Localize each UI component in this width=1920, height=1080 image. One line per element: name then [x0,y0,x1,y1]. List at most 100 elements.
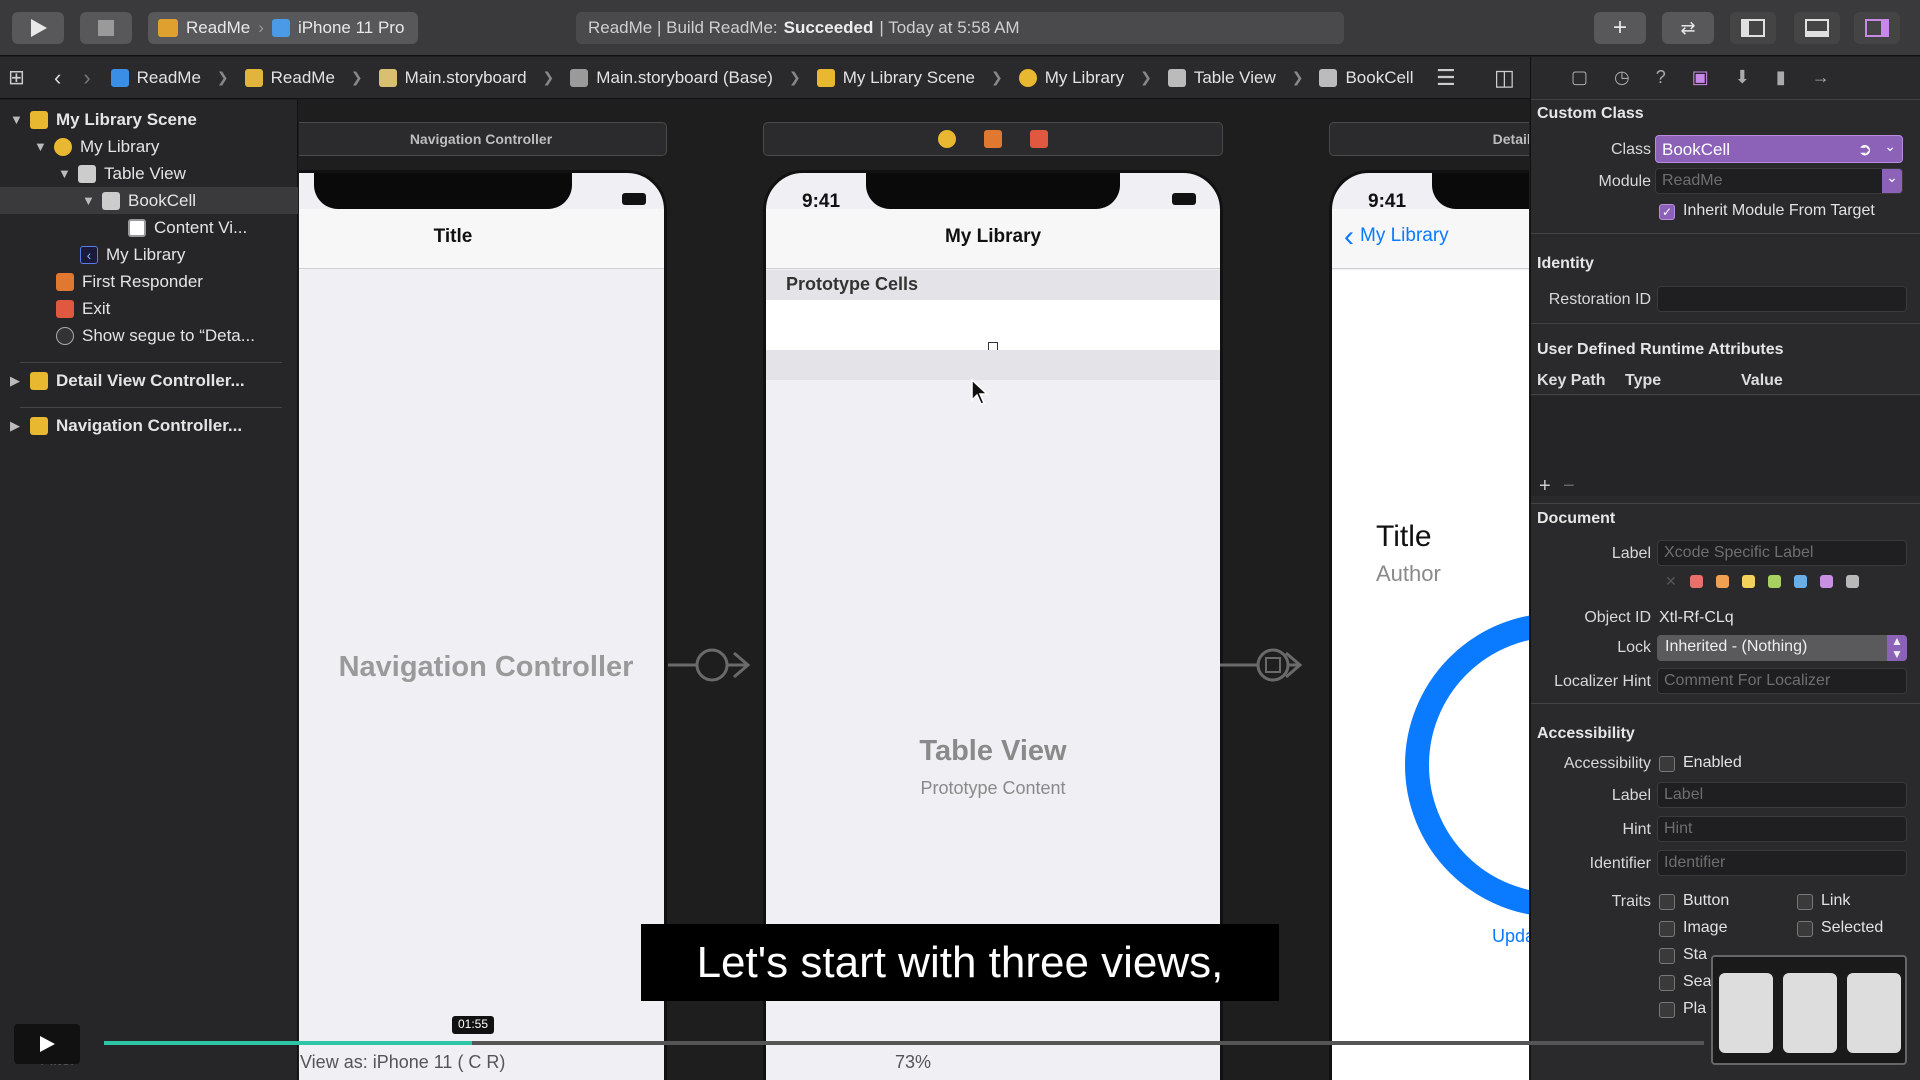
navigation-bar[interactable]: Title [299,209,664,269]
outline-item-bookcell[interactable]: ▼ BookCell [0,187,298,214]
column-header[interactable]: Type [1625,372,1661,390]
run-button[interactable] [12,12,64,44]
accessibility-enabled-checkbox[interactable] [1659,756,1675,772]
trait-checkbox[interactable] [1797,921,1813,937]
chevron-down-icon[interactable]: ⌄ [1884,138,1896,155]
prototype-cell[interactable] [766,300,1220,352]
color-swatch[interactable] [1689,575,1703,588]
chevron-down-icon[interactable]: ⌄ [1882,169,1902,193]
accessibility-identifier-field[interactable]: Identifier [1657,850,1907,876]
code-review-button[interactable]: ⇄ [1662,12,1714,44]
connections-inspector-icon[interactable]: → [1812,67,1830,88]
toggle-inspector-button[interactable] [1854,12,1900,44]
no-color-icon[interactable]: ✕ [1665,573,1677,590]
trait-checkbox[interactable] [1797,894,1813,910]
document-label-field[interactable]: Xcode Specific Label [1657,540,1907,566]
class-field[interactable]: BookCell ➲ ⌄ [1655,135,1903,163]
add-attribute-button[interactable]: + [1539,475,1551,498]
identity-inspector-icon[interactable]: ▣ [1692,67,1709,88]
disclosure-open-icon[interactable]: ▼ [34,139,47,154]
lock-select[interactable]: Inherited - (Nothing) ▲ ▼ [1657,635,1907,661]
breadcrumb-item[interactable]: BookCell [1345,68,1413,88]
navigation-controller-scene[interactable]: Title Navigation Controller [299,170,667,1080]
lock-value: Inherited - (Nothing) [1665,638,1808,655]
toggle-navigator-button[interactable] [1730,12,1776,44]
color-swatch[interactable] [1793,575,1807,588]
video-play-button[interactable] [14,1024,80,1064]
color-swatch[interactable] [1741,575,1755,588]
scene-dock-navigation[interactable]: Navigation Controller [299,122,667,156]
detail-view-scene[interactable]: 9:41 ‹ My Library Title Author Upda [1329,170,1529,1080]
attributes-table[interactable] [1531,396,1920,496]
inherit-module-checkbox[interactable]: ✓ [1659,204,1675,220]
breadcrumb-item[interactable]: My Library [1045,68,1124,88]
status-prefix: ReadMe | Build ReadMe: [588,18,778,37]
segue-arrow[interactable] [668,645,752,685]
breadcrumb-item[interactable]: Table View [1194,68,1276,88]
breadcrumb-item[interactable]: ReadMe [137,68,201,88]
breadcrumb-item[interactable]: Main.storyboard [405,68,527,88]
outline-item-my-library[interactable]: ▼ My Library [34,133,159,160]
scene-dock-my-library[interactable] [763,122,1223,156]
color-swatch[interactable] [1767,575,1781,588]
breadcrumb-item[interactable]: ReadMe [271,68,335,88]
outline-item-navigation-item[interactable]: ‹ My Library [80,241,185,268]
outline-item-navigation-scene[interactable]: ▶ Navigation Controller... [10,412,242,439]
add-editor-icon[interactable]: ◫ [1494,65,1515,91]
back-arrow-icon[interactable]: ‹ [54,65,61,91]
quick-help-icon[interactable]: ? [1656,67,1666,88]
exit-icon[interactable] [1030,130,1048,148]
accessibility-label-field[interactable]: Label [1657,782,1907,808]
file-inspector-icon[interactable]: ▢ [1571,67,1588,88]
disclosure-closed-icon[interactable]: ▶ [10,418,22,434]
trait-checkbox[interactable] [1659,1002,1675,1018]
view-controller-icon[interactable] [938,130,956,148]
attributes-inspector-icon[interactable]: ⬇ [1735,67,1750,88]
trait-checkbox[interactable] [1659,948,1675,964]
color-swatch[interactable] [1819,575,1833,588]
outline-item-content-view[interactable]: Content Vi... [128,214,247,241]
color-swatch[interactable] [1845,575,1859,588]
arrow-circle-icon[interactable]: ➲ [1858,140,1872,160]
scene-dock-detail[interactable]: Detail V [1329,122,1529,156]
column-header[interactable]: Value [1741,372,1783,390]
trait-checkbox[interactable] [1659,894,1675,910]
breadcrumb-item[interactable]: My Library Scene [843,68,975,88]
outline-item-table-view[interactable]: ▼ Table View [58,160,186,187]
outline-item-my-library-scene[interactable]: ▼ My Library Scene [10,106,197,133]
library-add-button[interactable]: + [1594,12,1646,44]
breadcrumb-item[interactable]: Main.storyboard (Base) [596,68,773,88]
column-header[interactable]: Key Path [1537,372,1605,390]
stop-button[interactable] [80,12,132,44]
outline-item-first-responder[interactable]: First Responder [56,268,203,295]
accessibility-hint-field[interactable]: Hint [1657,816,1907,842]
remove-attribute-button[interactable]: − [1563,475,1575,498]
scheme-selector[interactable]: ReadMe › iPhone 11 Pro [148,12,418,44]
forward-arrow-icon[interactable]: › [83,65,90,91]
restoration-id-field[interactable] [1657,286,1907,312]
navigation-bar[interactable]: My Library [766,209,1220,269]
outline-item-detail-scene[interactable]: ▶ Detail View Controller... [10,367,245,394]
back-button[interactable]: ‹ My Library [1344,221,1449,251]
module-field[interactable]: ReadMe ⌄ [1655,168,1903,194]
disclosure-open-icon[interactable]: ▼ [10,112,23,127]
video-progress-track[interactable] [104,1041,1704,1045]
editor-options-icon[interactable]: ☰ [1436,65,1456,91]
trait-checkbox[interactable] [1659,921,1675,937]
update-button[interactable]: Upda [1492,926,1529,947]
disclosure-open-icon[interactable]: ▼ [58,166,71,181]
trait-checkbox[interactable] [1659,975,1675,991]
localizer-hint-field[interactable]: Comment For Localizer [1657,668,1907,694]
navigation-bar[interactable]: ‹ My Library [1332,209,1529,269]
segue-arrow[interactable] [1220,645,1304,685]
outline-item-exit[interactable]: Exit [56,295,110,322]
grid-icon[interactable]: ⊞ [8,65,32,90]
outline-item-segue[interactable]: Show segue to “Deta... [56,322,255,349]
disclosure-open-icon[interactable]: ▼ [82,193,95,208]
first-responder-icon[interactable] [984,130,1002,148]
disclosure-closed-icon[interactable]: ▶ [10,373,22,389]
history-inspector-icon[interactable]: ◷ [1614,67,1630,88]
toggle-debug-area-button[interactable] [1794,12,1840,44]
color-swatch[interactable] [1715,575,1729,588]
size-inspector-icon[interactable]: ▮ [1776,67,1786,88]
